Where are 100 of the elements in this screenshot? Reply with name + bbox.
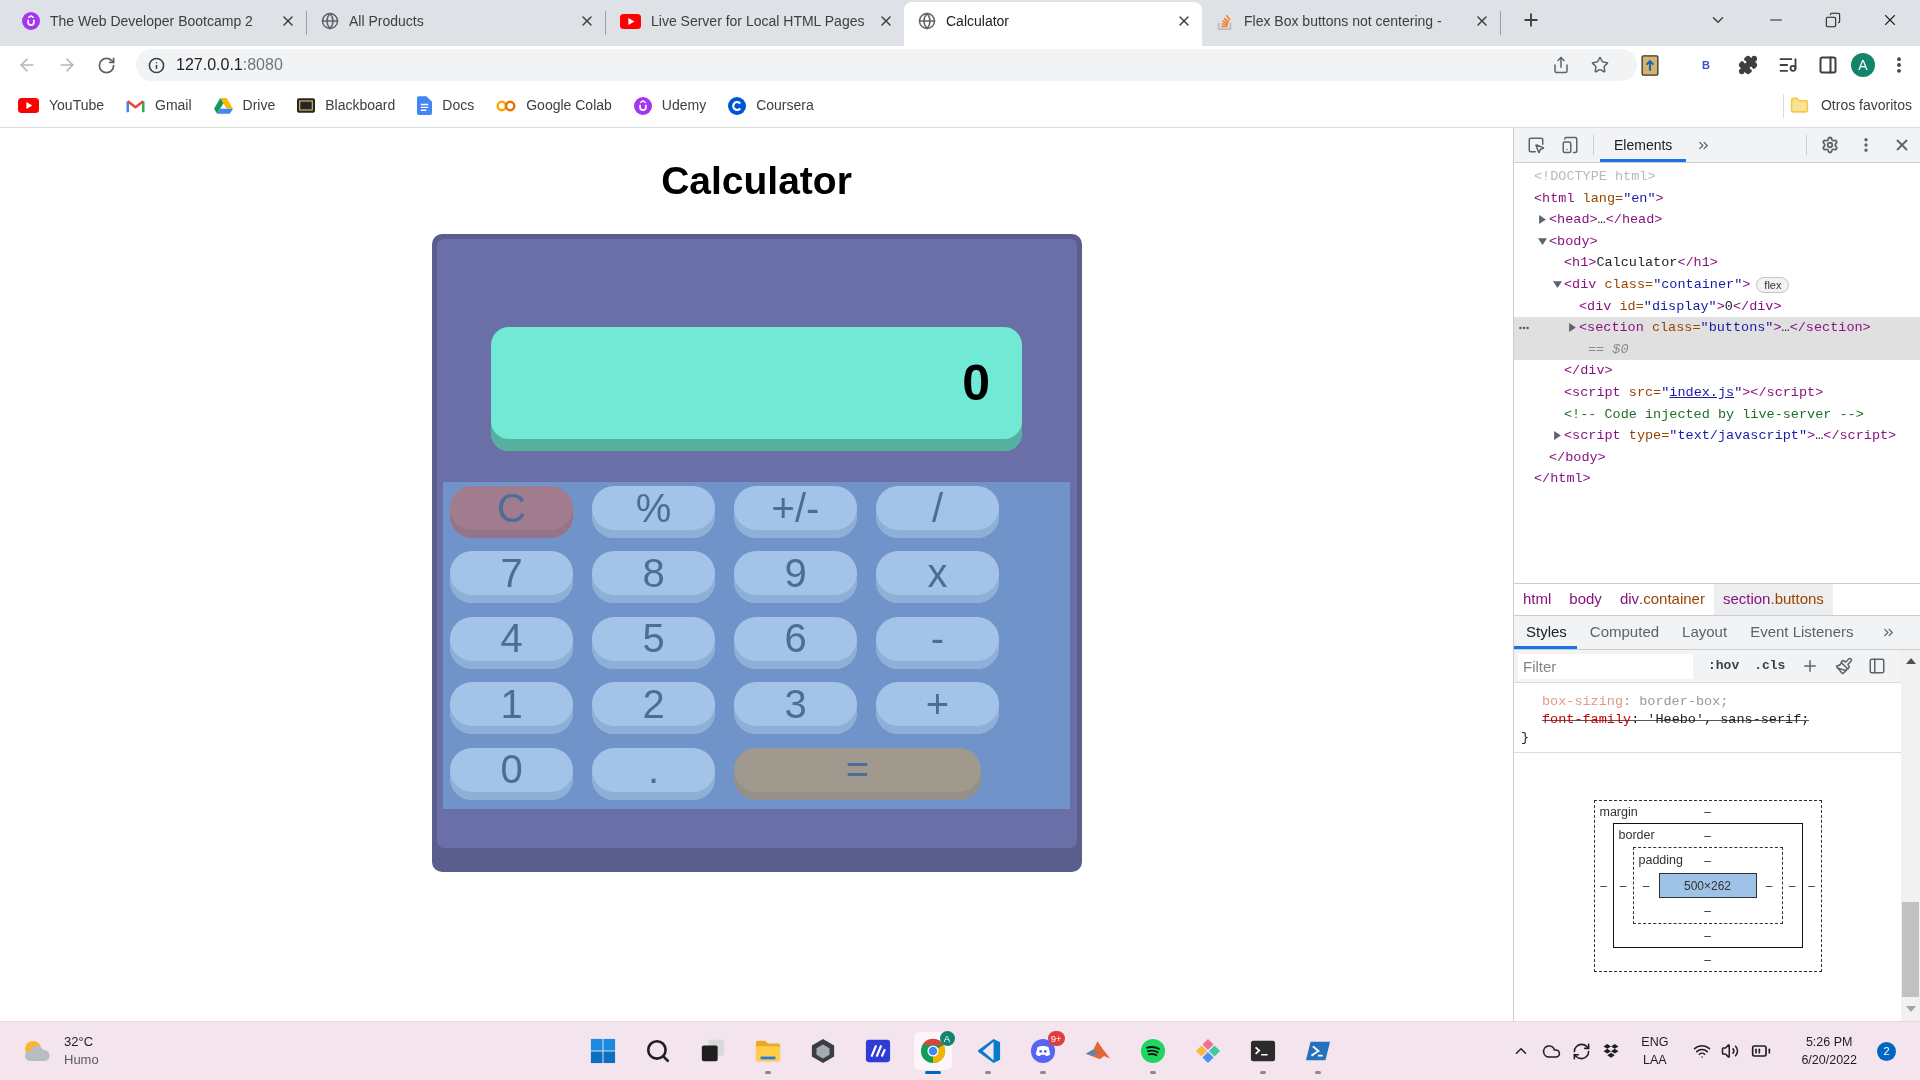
box-model-value[interactable]: – — [1704, 901, 1711, 920]
paintbrush-icon[interactable] — [1835, 657, 1854, 675]
address-text[interactable]: 127.0.0.1:8080 — [176, 53, 283, 77]
bookmark[interactable]: YouTube — [8, 90, 114, 121]
playlist-icon[interactable] — [1777, 55, 1798, 75]
clock-date[interactable]: 6/20/2022 — [1801, 1051, 1857, 1069]
tree-row[interactable]: <div class="container"> flex — [1514, 273, 1920, 296]
weather-condition[interactable]: Humo — [64, 1051, 99, 1069]
caret-right-icon[interactable] — [1553, 431, 1562, 441]
code-link[interactable]: index.js — [1669, 381, 1735, 404]
caret-down-icon[interactable] — [1538, 237, 1547, 247]
sidebar-toggle-icon[interactable] — [1868, 657, 1887, 675]
windows-logo-icon[interactable] — [589, 1038, 616, 1064]
bookmark[interactable]: Coursera — [718, 90, 824, 121]
diamonds-logo-icon[interactable] — [1602, 1042, 1621, 1060]
breadcrumb[interactable]: section.buttons — [1713, 584, 1833, 615]
sync-icon[interactable] — [1572, 1041, 1592, 1061]
inspect-icon[interactable] — [1527, 136, 1545, 154]
profile-avatar[interactable]: A — [1850, 53, 1875, 77]
keyboard-layout[interactable]: LAA — [1643, 1051, 1667, 1069]
layout-badge[interactable]: flex — [1756, 276, 1790, 293]
extension-letter[interactable]: B — [1702, 56, 1710, 74]
scrollbar-thumb[interactable] — [1902, 902, 1919, 997]
breadcrumb[interactable]: div.container — [1610, 584, 1714, 615]
tree-row[interactable]: <body> — [1514, 230, 1920, 253]
bookmark[interactable]: Docs — [407, 90, 485, 121]
side-panel-icon[interactable] — [1817, 55, 1838, 75]
pane-toggle[interactable]: .cls — [1754, 656, 1786, 676]
bookmark[interactable]: Blackboard — [287, 90, 406, 121]
close-icon[interactable] — [280, 13, 296, 29]
slash-tile-icon[interactable] — [864, 1038, 891, 1064]
search-icon[interactable] — [644, 1038, 671, 1064]
browser-tab[interactable]: Flex Box buttons not centering - — [1202, 2, 1500, 46]
bookmark-folder[interactable]: Otros favoritos — [1789, 90, 1912, 121]
close-icon[interactable] — [579, 13, 595, 29]
breadcrumb[interactable]: html — [1514, 584, 1561, 615]
device-icon[interactable] — [1561, 136, 1579, 154]
bookmark[interactable]: Gmail — [116, 90, 202, 121]
box-model-value[interactable]: – — [1704, 950, 1711, 969]
bookmark-star-icon[interactable] — [1591, 56, 1609, 74]
new-tab-icon[interactable] — [1521, 10, 1541, 30]
active-app-highlight[interactable]: A — [913, 1032, 952, 1070]
browser-tab[interactable]: Calculator — [904, 2, 1202, 46]
reload-icon[interactable] — [97, 55, 116, 75]
breadcrumb[interactable]: body — [1560, 584, 1611, 615]
bookmark[interactable]: Google Colab — [486, 90, 622, 121]
caret-down-icon[interactable] — [1553, 280, 1562, 290]
language-indicator[interactable]: ENG — [1641, 1033, 1669, 1051]
panel-tab[interactable]: Computed — [1579, 616, 1670, 649]
browser-logo-icon[interactable] — [919, 1038, 946, 1064]
tree-row[interactable]: <!-- Code injected by live-server --> — [1514, 403, 1920, 426]
box-model-value[interactable]: – — [1704, 826, 1711, 845]
box-model-value[interactable]: – — [1704, 926, 1711, 945]
box-model-value[interactable]: – — [1704, 851, 1711, 870]
close-icon[interactable] — [1176, 13, 1192, 29]
browser-tab[interactable]: All Products — [307, 2, 605, 46]
tree-row[interactable]: <h1>Calculator</h1> — [1514, 252, 1920, 274]
puzzle-icon[interactable] — [1737, 55, 1758, 75]
volume-icon[interactable] — [1721, 1042, 1740, 1060]
bookmark[interactable]: Drive — [203, 90, 286, 121]
box-model-value[interactable]: – — [1633, 876, 1659, 895]
info-icon[interactable] — [148, 56, 165, 74]
clock-time[interactable]: 5:26 PM — [1805, 1033, 1853, 1051]
close-icon[interactable] — [878, 13, 894, 29]
tree-row[interactable]: <head>…</head> — [1514, 209, 1920, 231]
pane-toggle[interactable]: :hov — [1708, 656, 1740, 676]
tree-row[interactable]: </html> — [1514, 468, 1920, 490]
tree-row[interactable]: </body> — [1514, 446, 1920, 469]
close-icon[interactable] — [1474, 13, 1490, 29]
box-model-value[interactable]: – — [1802, 876, 1821, 895]
address-bar[interactable]: 127.0.0.1:8080 — [136, 49, 1637, 81]
waves-logo-icon[interactable] — [1139, 1038, 1166, 1064]
hexagon-icon[interactable] — [809, 1038, 836, 1064]
tree-row[interactable]: <html lang="en"> — [1514, 187, 1920, 210]
terminal-icon[interactable] — [1249, 1038, 1276, 1064]
restore-icon[interactable] — [1825, 12, 1841, 28]
weather-temperature[interactable]: 32°C — [64, 1033, 99, 1051]
box-model-value[interactable]: – — [1594, 876, 1613, 895]
scrollbar[interactable] — [1901, 650, 1920, 1021]
tree-row[interactable]: <section class="buttons">…</section> == $0 — [1514, 317, 1920, 361]
tree-row[interactable]: </div> — [1514, 360, 1920, 382]
diamond-logo-icon[interactable] — [1194, 1038, 1221, 1064]
bookmark[interactable]: Udemy — [623, 90, 717, 121]
wifi-icon[interactable] — [1693, 1042, 1712, 1060]
panel-tab[interactable]: Layout — [1672, 616, 1738, 649]
settings-icon[interactable] — [1821, 136, 1839, 154]
overlapping-squares-icon[interactable] — [699, 1038, 726, 1064]
folder-icon[interactable] — [754, 1038, 781, 1064]
box-model-value[interactable]: – — [1782, 876, 1802, 895]
box-model-value[interactable]: – — [1756, 876, 1782, 895]
tree-row[interactable]: <script src="index.js"></script> — [1514, 381, 1920, 404]
scroll-up-arrow-icon[interactable] — [1905, 658, 1916, 664]
browser-tab[interactable]: The Web Developer Bootcamp 2 — [8, 2, 306, 46]
share-icon[interactable] — [1552, 56, 1570, 74]
browser-tab[interactable]: Live Server for Local HTML Pages — [606, 2, 904, 46]
caret-right-icon[interactable] — [1538, 215, 1547, 225]
tree-row[interactable]: <script type="text/javascript">…</script> — [1514, 425, 1920, 447]
panel-tab[interactable]: Event Listeners — [1740, 616, 1864, 649]
filter-field[interactable]: Filter — [1518, 653, 1693, 679]
caret-right-icon[interactable] — [1568, 323, 1577, 333]
